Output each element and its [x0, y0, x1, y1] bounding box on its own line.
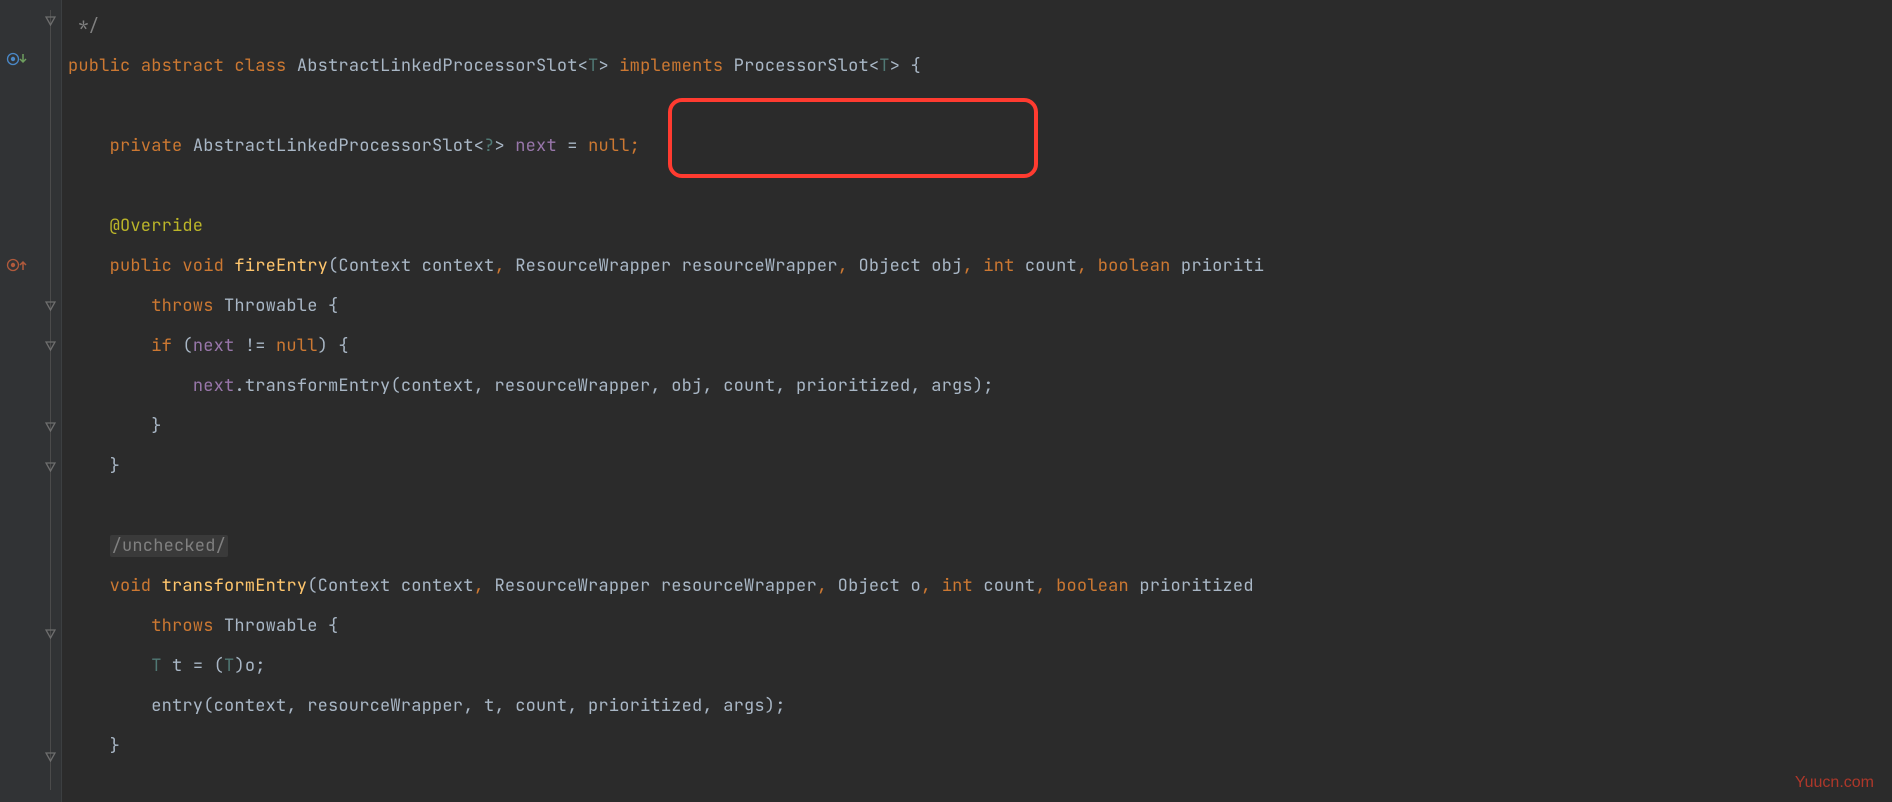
fold-end-icon[interactable] [44, 420, 57, 433]
implements-marker-icon[interactable] [0, 52, 62, 66]
code-line[interactable]: } [62, 446, 1892, 486]
code-line[interactable]: public void fireEntry(Context context, R… [62, 246, 1892, 286]
code-line[interactable] [62, 486, 1892, 526]
code-line[interactable]: public abstract class AbstractLinkedProc… [62, 46, 1892, 86]
folded-comment[interactable]: /unchecked/ [110, 535, 228, 557]
fold-region-icon[interactable] [44, 300, 57, 313]
code-line[interactable]: entry(context, resourceWrapper, t, count… [62, 686, 1892, 726]
code-line[interactable]: throws Throwable { [62, 606, 1892, 646]
code-line[interactable]: } [62, 406, 1892, 446]
code-line[interactable] [62, 166, 1892, 206]
code-editor[interactable]: */ public abstract class AbstractLinkedP… [62, 0, 1892, 802]
code-line[interactable]: /unchecked/ [62, 526, 1892, 566]
editor-gutter [0, 0, 62, 802]
fold-region-icon[interactable] [44, 340, 57, 353]
watermark-text: Yuucn.com [1795, 774, 1874, 792]
fold-region-icon[interactable] [44, 628, 57, 641]
fold-end-icon[interactable] [44, 750, 57, 763]
override-marker-icon[interactable] [0, 258, 62, 272]
comment-text: */ [68, 15, 99, 37]
code-line[interactable]: } [62, 726, 1892, 766]
code-line[interactable]: void transformEntry(Context context, Res… [62, 566, 1892, 606]
code-line[interactable] [62, 86, 1892, 126]
fold-collapse-icon[interactable] [44, 14, 57, 27]
annotation-text: @Override [68, 215, 203, 237]
code-line[interactable]: throws Throwable { [62, 286, 1892, 326]
code-line[interactable]: T t = (T)o; [62, 646, 1892, 686]
code-line[interactable]: @Override [62, 206, 1892, 246]
fold-end-icon[interactable] [44, 460, 57, 473]
code-line[interactable]: next.transformEntry(context, resourceWra… [62, 366, 1892, 406]
code-line[interactable]: private AbstractLinkedProcessorSlot<?> n… [62, 126, 1892, 166]
fold-guide [50, 10, 51, 790]
code-line[interactable]: if (next != null) { [62, 326, 1892, 366]
code-line[interactable]: */ [62, 6, 1892, 46]
